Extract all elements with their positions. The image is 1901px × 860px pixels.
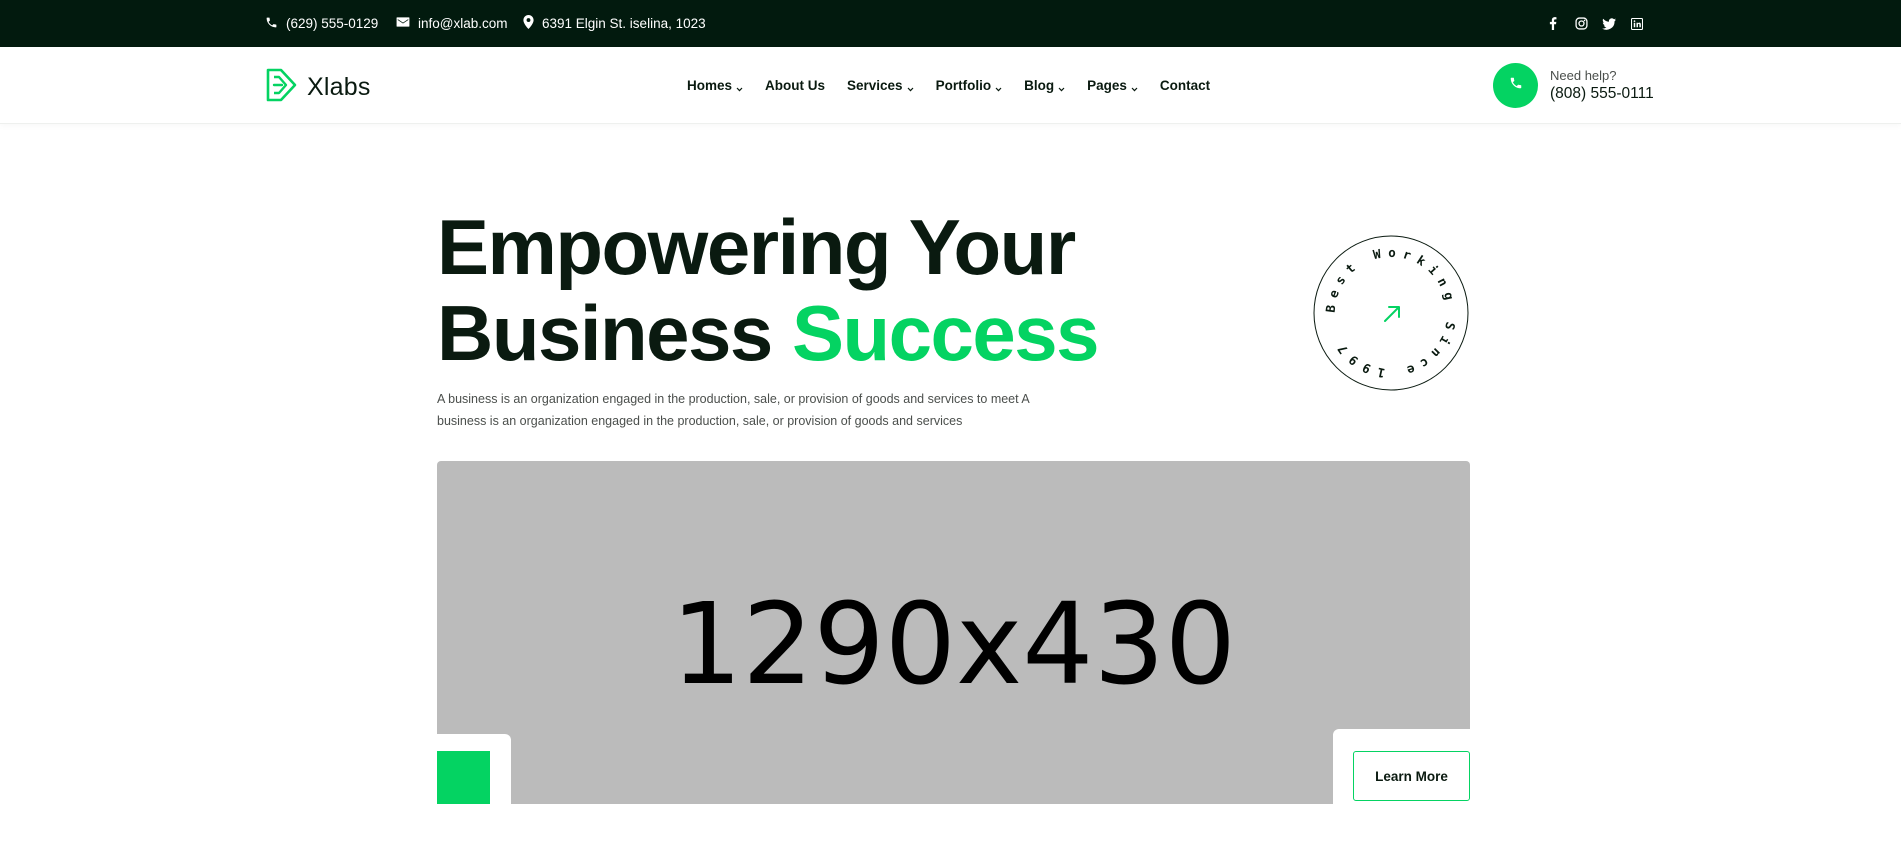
chevron-down-icon (1131, 80, 1138, 95)
learn-more-button[interactable]: Learn More (1353, 751, 1470, 801)
help-label: Need help? (1550, 68, 1617, 83)
help-phone-number[interactable]: (808) 555-0111 (1550, 85, 1654, 103)
nav-item-services[interactable]: Services (847, 77, 914, 95)
chevron-down-icon (995, 80, 1002, 95)
nav-item-contact[interactable]: Contact (1160, 78, 1210, 93)
top-bar: (629) 555-0129 info@xlab.com 6391 Elgin … (0, 0, 1901, 47)
instagram-icon[interactable] (1574, 17, 1588, 31)
topbar-phone-text: (629) 555-0129 (286, 16, 379, 31)
phone-icon (1509, 76, 1523, 95)
chevron-down-icon (907, 80, 914, 95)
facebook-icon[interactable] (1546, 17, 1560, 31)
help-phone-button[interactable] (1493, 63, 1538, 108)
nav-item-label: Blog (1024, 78, 1055, 93)
main-header: Xlabs Homes About Us Services Portfolio … (0, 47, 1901, 124)
nav-item-blog[interactable]: Blog (1024, 77, 1065, 95)
hero-title-line2: Business (437, 289, 792, 377)
nav-item-portfolio[interactable]: Portfolio (936, 77, 1003, 95)
help-text: Need help? (808) 555-0111 (1550, 68, 1654, 103)
chevron-down-icon (736, 80, 743, 95)
nav-item-homes[interactable]: Homes (687, 77, 743, 95)
nav-item-label: Homes (687, 78, 733, 93)
topbar-address-text: 6391 Elgin St. iselina, 1023 (542, 16, 706, 31)
nav-item-label: Services (847, 78, 903, 93)
nav-item-label: Portfolio (935, 78, 992, 93)
nav-item-label: Contact (1159, 78, 1211, 93)
mail-icon (396, 16, 418, 31)
linkedin-icon[interactable] (1630, 17, 1644, 31)
nav-item-about-us[interactable]: About Us (765, 78, 825, 93)
hero-image: 1290x430 (437, 461, 1470, 804)
hero-title-line1: Empowering Your (437, 203, 1076, 291)
social-links (1546, 0, 1644, 47)
image-placeholder-label: 1290x430 (670, 580, 1237, 710)
xlabs-logo-icon (265, 67, 299, 108)
nav-item-pages[interactable]: Pages (1087, 77, 1138, 95)
location-pin-icon (523, 15, 542, 32)
help-contact[interactable]: Need help? (808) 555-0111 (1493, 63, 1654, 108)
phone-icon (265, 16, 286, 32)
main-nav: Homes About Us Services Portfolio Blog P… (687, 47, 1210, 124)
topbar-email-text: info@xlab.com (418, 16, 508, 31)
hero-title-accent: Success (791, 289, 1100, 377)
site-logo[interactable]: Xlabs (265, 67, 371, 108)
since-badge[interactable]: Best Working Since 1997 (1313, 235, 1469, 391)
topbar-email[interactable]: info@xlab.com (396, 0, 508, 47)
twitter-icon[interactable] (1602, 17, 1616, 31)
chevron-down-icon (1058, 80, 1065, 95)
nav-item-label: Pages (1087, 78, 1127, 93)
topbar-address: 6391 Elgin St. iselina, 1023 (523, 0, 706, 47)
topbar-phone[interactable]: (629) 555-0129 (265, 0, 378, 47)
accent-square (437, 751, 490, 804)
hero-title: Empowering Your Business Success (437, 203, 1100, 377)
nav-item-label: About Us (765, 78, 826, 93)
hero-description: A business is an organization engaged in… (437, 392, 1030, 428)
logo-text: Xlabs (307, 73, 371, 101)
